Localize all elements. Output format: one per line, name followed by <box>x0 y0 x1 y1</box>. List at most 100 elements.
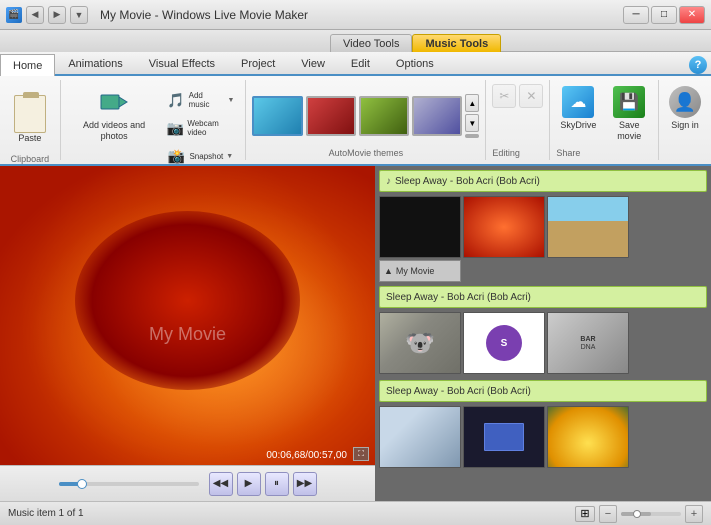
seek-bar[interactable] <box>59 482 199 486</box>
tab-music-tools[interactable]: Music Tools <box>412 34 501 52</box>
dropdown-button[interactable]: ▼ <box>70 6 88 24</box>
paste-label: Paste <box>18 133 41 144</box>
fullscreen-button[interactable]: ⛶ <box>353 447 369 461</box>
edit-cut-button[interactable]: ✂ <box>492 84 516 108</box>
snapshot-button[interactable]: 📸 Snapshot ▼ <box>163 144 237 168</box>
title-clip-1[interactable]: ▲ My Movie <box>379 260 461 282</box>
tab-video-tools[interactable]: Video Tools <box>330 34 412 52</box>
skydrive-label: SkyDrive <box>560 120 596 131</box>
status-bar: Music item 1 of 1 ⊞ − + <box>0 501 711 525</box>
theme-4[interactable] <box>412 96 462 136</box>
ribbon-automovie-section: ▲ ▼ AutoMovie themes <box>246 80 486 160</box>
status-icon-1[interactable]: ⊞ <box>575 506 595 522</box>
help-button[interactable]: ? <box>689 56 707 74</box>
clip-thumb-2-1[interactable]: 🐨 <box>379 312 461 374</box>
signin-button[interactable]: 👤 Sign in <box>665 84 705 133</box>
webcam-label: Webcam video <box>187 119 234 137</box>
video-canvas[interactable]: My Movie 00:06,68/00:57,00 ⛶ <box>0 166 375 465</box>
clip-group-header-1: ♪ Sleep Away - Bob Acri (Bob Acri) <box>379 170 707 192</box>
save-movie-label: Save movie <box>610 120 648 142</box>
themes-scroll-up[interactable]: ▲ <box>465 94 479 112</box>
clip-group-header-2: Sleep Away - Bob Acri (Bob Acri) <box>379 286 707 308</box>
theme-1[interactable] <box>252 96 302 136</box>
ribbon-share-section: ☁ SkyDrive 💾 Save movie Share <box>550 80 659 160</box>
snapshot-label: Snapshot <box>189 152 223 161</box>
ribbon-editing-section: ✂ ✕ Editing <box>486 80 550 160</box>
save-movie-button[interactable]: 💾 Save movie <box>606 84 652 144</box>
paste-button[interactable]: Paste <box>6 84 54 154</box>
add-music-icon: 🎵 <box>166 90 185 110</box>
tab-options[interactable]: Options <box>383 52 447 74</box>
tab-edit[interactable]: Edit <box>338 52 383 74</box>
clip-row-2: 🐨 S BAR DNA <box>379 310 707 376</box>
ribbon-signin-section: 👤 Sign in <box>659 80 711 160</box>
pause-button[interactable]: ⏸ <box>265 472 289 496</box>
zoom-slider[interactable] <box>621 512 681 516</box>
clip-group-header-3: Sleep Away - Bob Acri (Bob Acri) <box>379 380 707 402</box>
add-music-button[interactable]: 🎵 Add music ▼ <box>163 88 237 112</box>
clipboard-label: Clipboard <box>11 154 50 166</box>
zoom-out-button[interactable]: − <box>599 505 617 523</box>
signin-label: Sign in <box>671 120 699 131</box>
clip-thumb-2-3[interactable]: BAR DNA <box>547 312 629 374</box>
themes-scroll-down[interactable]: ▼ <box>465 114 479 132</box>
clip-thumb-3-2[interactable] <box>463 406 545 468</box>
ribbon-add-content: Add videos and photos 🎵 Add music ▼ 📷 We… <box>69 80 238 168</box>
window-title: My Movie - Windows Live Movie Maker <box>100 8 308 22</box>
theme-2[interactable] <box>306 96 356 136</box>
ribbon-clipboard-section: Paste Clipboard <box>0 80 61 160</box>
fast-forward-button[interactable]: ▶▶ <box>293 472 317 496</box>
webcam-button[interactable]: 📷 Webcam video <box>163 116 237 140</box>
maximize-button[interactable]: □ <box>651 6 677 24</box>
back-button[interactable]: ◀ <box>26 6 44 24</box>
tools-tab-bar: Video Tools Music Tools <box>0 30 711 52</box>
status-text: Music item 1 of 1 <box>8 508 84 519</box>
clip-group-3: Sleep Away - Bob Acri (Bob Acri) <box>379 380 707 470</box>
video-controls: ◀◀ ▶ ⏸ ▶▶ <box>0 465 375 501</box>
editing-btns: ✂ ✕ <box>492 80 543 148</box>
status-right: ⊞ − + <box>575 505 703 523</box>
webcam-icon: 📷 <box>166 118 184 138</box>
themes-scroll-list[interactable] <box>465 134 479 138</box>
paste-icon <box>14 95 46 133</box>
app-icon: 🎬 <box>6 7 22 23</box>
forward-button[interactable]: ▶ <box>48 6 66 24</box>
rewind-button[interactable]: ◀◀ <box>209 472 233 496</box>
window-controls: ─ □ ✕ <box>623 6 705 24</box>
music-icon-1: ♪ <box>386 176 391 187</box>
tab-project[interactable]: Project <box>228 52 288 74</box>
clip-thumb-1-2[interactable] <box>463 196 545 258</box>
minimize-button[interactable]: ─ <box>623 6 649 24</box>
tab-animations[interactable]: Animations <box>55 52 135 74</box>
skydrive-button[interactable]: ☁ SkyDrive <box>556 84 600 133</box>
close-button[interactable]: ✕ <box>679 6 705 24</box>
ribbon-share-content: ☁ SkyDrive 💾 Save movie <box>556 80 652 148</box>
tab-view[interactable]: View <box>288 52 338 74</box>
automovie-thumbs: ▲ ▼ <box>252 80 479 148</box>
clip-thumb-1-1[interactable] <box>379 196 461 258</box>
edit-delete-button[interactable]: ✕ <box>519 84 543 108</box>
add-videos-label: Add videos and photos <box>73 120 156 142</box>
snapshot-arrow: ▼ <box>226 153 233 160</box>
zoom-in-button[interactable]: + <box>685 505 703 523</box>
editing-label: Editing <box>492 148 543 160</box>
clip-thumb-3-1[interactable] <box>379 406 461 468</box>
tab-visual-effects[interactable]: Visual Effects <box>136 52 228 74</box>
add-videos-button[interactable]: Add videos and photos <box>69 84 160 144</box>
seek-bar-fill <box>59 482 79 486</box>
title-clip-label: My Movie <box>396 266 435 276</box>
clip-thumb-1-3[interactable] <box>547 196 629 258</box>
seek-thumb[interactable] <box>77 479 87 489</box>
tab-home[interactable]: Home <box>0 54 55 76</box>
theme-3[interactable] <box>359 96 409 136</box>
clip-thumb-3-3[interactable] <box>547 406 629 468</box>
ribbon-signin-content: 👤 Sign in <box>665 80 705 160</box>
title-clip-icon: ▲ <box>384 266 393 276</box>
clip-thumb-2-2[interactable]: S <box>463 312 545 374</box>
snapshot-icon: 📸 <box>166 146 186 166</box>
clip-group-label-1: Sleep Away - Bob Acri (Bob Acri) <box>395 176 540 187</box>
clip-row-3 <box>379 404 707 470</box>
play-button[interactable]: ▶ <box>237 472 261 496</box>
clip-group-1: ♪ Sleep Away - Bob Acri (Bob Acri) ▲ My … <box>379 170 707 282</box>
clip-row-1 <box>379 194 707 260</box>
